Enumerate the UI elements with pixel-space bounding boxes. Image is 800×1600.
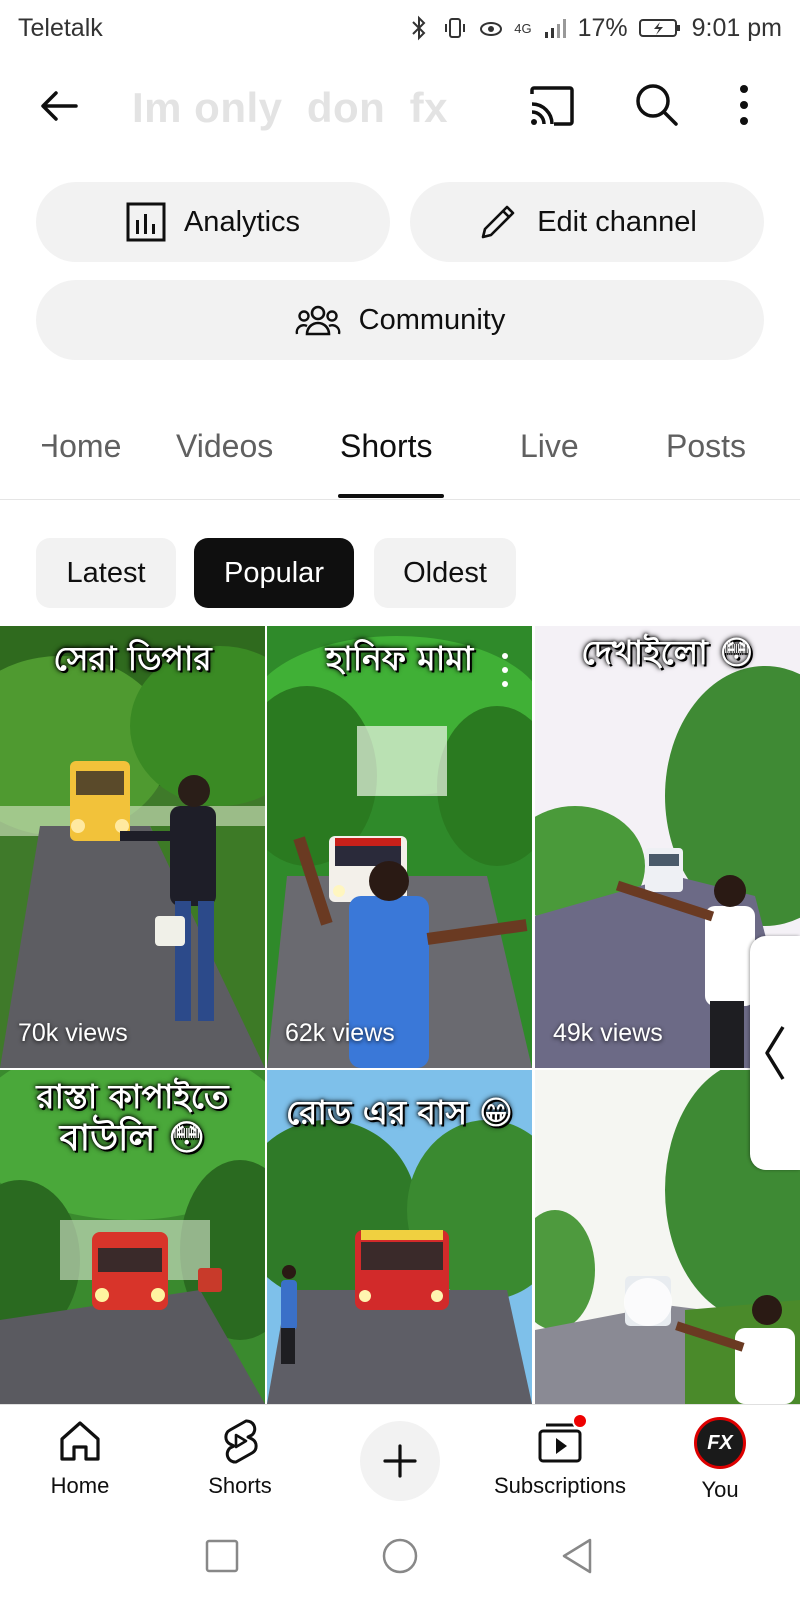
signal-icon (542, 15, 568, 41)
back-button[interactable] (36, 82, 84, 130)
short-thumbnail[interactable]: রোড এর বাস 😁 (267, 1070, 532, 1404)
short-thumbnail[interactable]: হানিফ মামা 62k views (267, 626, 532, 1068)
arrow-left-icon (41, 91, 78, 121)
cast-button[interactable] (526, 82, 578, 130)
thumbnail-image (0, 626, 265, 1068)
home-icon (60, 1421, 100, 1461)
tab-videos[interactable]: Videos (176, 428, 273, 465)
short-caption: সেরা ডিপার (53, 639, 212, 678)
edit-channel-button[interactable]: Edit channel (410, 182, 764, 262)
nav-home-label: Home (50, 1473, 110, 1498)
recents-square-icon[interactable] (202, 1536, 242, 1576)
more-options-button[interactable] (734, 80, 754, 130)
analytics-icon (126, 202, 166, 242)
nav-subscriptions-label: Subscriptions (493, 1473, 627, 1498)
nav-shorts-label: Shorts (208, 1473, 272, 1498)
app-bar: Im only don fx (0, 56, 800, 156)
nav-home[interactable]: Home (0, 1417, 160, 1499)
more-vert-icon (740, 85, 748, 125)
home-circle-icon[interactable] (380, 1536, 420, 1576)
chip-latest[interactable]: Latest (36, 538, 176, 608)
clock: 9:01 pm (691, 13, 782, 42)
thumbnail-image (267, 626, 532, 1068)
carrier-name: Teletalk (18, 13, 103, 42)
bluetooth-icon (406, 15, 432, 41)
edit-channel-label: Edit channel (537, 205, 697, 238)
view-count: 49k views (553, 1019, 663, 1047)
bottom-navigation: Home Shorts Subscriptions FX You (0, 1404, 800, 1514)
short-caption: দেখাইলো 😳 (581, 633, 754, 672)
battery-charging-icon (638, 15, 682, 41)
shorts-icon (224, 1419, 258, 1464)
short-caption: হানিফ মামা (325, 639, 474, 678)
community-icon (295, 305, 341, 336)
eye-comfort-icon (478, 15, 504, 41)
network-type: 4G (514, 20, 532, 36)
nav-you[interactable]: FX You (640, 1417, 800, 1503)
more-vert-icon[interactable] (500, 650, 510, 690)
tab-posts[interactable]: Posts (666, 428, 746, 465)
channel-tabs: Home Videos Shorts Live Posts (0, 404, 800, 500)
short-caption-line-2: বাউলি 😳 (59, 1118, 206, 1159)
nav-subscriptions[interactable]: Subscriptions (480, 1413, 640, 1499)
short-thumbnail[interactable]: সেরা ডিপার 70k views (0, 626, 265, 1068)
tab-live[interactable]: Live (520, 428, 579, 465)
vibrate-icon (442, 15, 468, 41)
status-bar: Teletalk 4G 17% 9:01 pm (0, 0, 800, 56)
battery-percent: 17% (577, 13, 628, 42)
view-count: 70k views (18, 1019, 128, 1047)
search-button[interactable] (632, 80, 682, 130)
search-icon (636, 84, 678, 126)
avatar: FX (694, 1417, 746, 1469)
side-panel-handle[interactable] (750, 936, 800, 1170)
active-tab-indicator (338, 494, 444, 498)
back-triangle-icon[interactable] (558, 1536, 598, 1576)
short-caption: রোড এর বাস 😁 (285, 1093, 514, 1132)
tab-shorts[interactable]: Shorts (340, 428, 432, 465)
plus-icon (383, 1444, 417, 1478)
community-button[interactable]: Community (36, 280, 764, 360)
analytics-button[interactable]: Analytics (36, 182, 390, 262)
view-count: 62k views (285, 1019, 395, 1047)
cast-icon (530, 86, 574, 126)
notification-dot (572, 1413, 588, 1429)
analytics-label: Analytics (183, 205, 301, 238)
create-button[interactable] (360, 1421, 440, 1501)
pencil-icon (481, 205, 515, 239)
shorts-grid: সেরা ডিপার 70k views হানিফ মামা 62k view… (0, 626, 800, 1404)
short-caption: রাস্তা কাপাইতে (36, 1077, 229, 1116)
system-navigation (0, 1514, 800, 1600)
community-label: Community (358, 303, 506, 336)
chip-popular[interactable]: Popular (194, 538, 354, 608)
chevron-left-icon (765, 1026, 785, 1080)
chip-oldest[interactable]: Oldest (374, 538, 516, 608)
subscriptions-icon-wrap (536, 1413, 588, 1465)
short-thumbnail[interactable]: রাস্তা কাপাইতে বাউলি 😳 (0, 1070, 265, 1404)
status-icons: 4G 17% 9:01 pm (406, 14, 782, 43)
tab-home[interactable]: Home (42, 428, 121, 465)
channel-title: Im only don fx (132, 84, 449, 131)
nav-you-label: You (701, 1477, 739, 1502)
nav-shorts[interactable]: Shorts (160, 1417, 320, 1499)
